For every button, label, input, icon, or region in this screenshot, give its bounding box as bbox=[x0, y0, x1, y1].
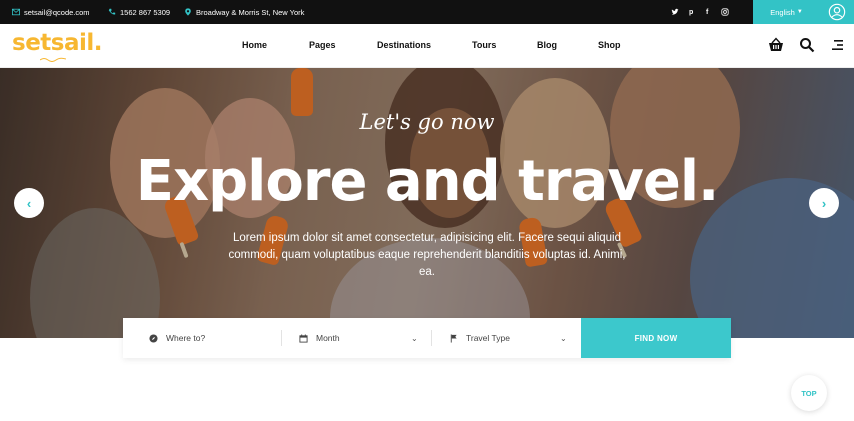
slider-prev-button[interactable]: ‹ bbox=[14, 188, 44, 218]
search-icon[interactable] bbox=[799, 37, 815, 53]
chevron-right-icon: › bbox=[821, 195, 827, 211]
nav-tours[interactable]: Tours bbox=[472, 40, 496, 50]
travel-type-field[interactable]: Travel Type bbox=[449, 318, 569, 358]
hero-subtext: Lorem ipsum dolor sit amet consectetur, … bbox=[228, 232, 626, 278]
phone-text: 1562 867 5309 bbox=[120, 7, 171, 17]
user-icon bbox=[828, 3, 846, 21]
back-to-top-button[interactable]: TOP bbox=[791, 375, 827, 411]
hero-script-title: Let's go now bbox=[359, 110, 495, 134]
top-info-bar: setsail@qcode.com 1562 867 5309 Broadway… bbox=[0, 0, 854, 24]
calendar-icon bbox=[299, 333, 308, 343]
logo-wave-icon bbox=[40, 57, 66, 62]
facebook-icon[interactable]: f bbox=[706, 0, 708, 24]
account-button[interactable] bbox=[820, 0, 854, 24]
nav-blog[interactable]: Blog bbox=[537, 40, 557, 50]
compass-icon bbox=[149, 333, 158, 343]
instagram-icon[interactable] bbox=[721, 0, 729, 24]
hero-headline: Explore and travel. bbox=[135, 149, 720, 214]
email-info[interactable]: setsail@qcode.com bbox=[12, 0, 90, 24]
chevron-down-icon: ▼ bbox=[796, 9, 803, 15]
chevron-left-icon: ‹ bbox=[26, 195, 32, 211]
menu-icon[interactable] bbox=[829, 37, 845, 53]
language-label: English bbox=[770, 7, 795, 17]
pinterest-icon[interactable]: p bbox=[689, 0, 693, 24]
main-header: setsail. Home Pages Destinations Tours B… bbox=[0, 24, 854, 68]
chevron-down-icon: ⌄ bbox=[560, 334, 567, 343]
twitter-icon[interactable] bbox=[671, 0, 679, 24]
field-divider bbox=[431, 330, 432, 346]
nav-destinations[interactable]: Destinations bbox=[377, 40, 431, 50]
find-now-button[interactable]: FIND NOW bbox=[581, 318, 731, 358]
tour-search-form: Where to? Month ⌄ Travel Type ⌄ FIND NOW bbox=[123, 318, 731, 358]
travel-type-placeholder: Travel Type bbox=[466, 333, 510, 343]
map-pin-icon bbox=[185, 8, 191, 16]
field-divider bbox=[281, 330, 282, 346]
address-text: Broadway & Morris St, New York bbox=[196, 7, 305, 17]
slider-next-button[interactable]: › bbox=[809, 188, 839, 218]
envelope-icon bbox=[12, 8, 20, 16]
month-field[interactable]: Month bbox=[299, 318, 419, 358]
email-text: setsail@qcode.com bbox=[24, 7, 90, 17]
phone-info[interactable]: 1562 867 5309 bbox=[108, 0, 170, 24]
destination-placeholder: Where to? bbox=[166, 333, 206, 343]
destination-field[interactable]: Where to? bbox=[149, 318, 279, 358]
nav-shop[interactable]: Shop bbox=[598, 40, 621, 50]
site-logo[interactable]: setsail. bbox=[12, 30, 103, 56]
nav-home[interactable]: Home bbox=[242, 40, 267, 50]
phone-icon bbox=[108, 8, 116, 15]
address-info[interactable]: Broadway & Morris St, New York bbox=[184, 0, 304, 24]
flag-icon bbox=[450, 333, 457, 343]
hero-slider: Let's go now Explore and travel. Lorem i… bbox=[0, 68, 854, 338]
chevron-down-icon: ⌄ bbox=[411, 334, 418, 343]
basket-icon[interactable] bbox=[768, 37, 784, 53]
language-selector[interactable]: English ▼ bbox=[753, 0, 820, 24]
back-to-top-label: TOP bbox=[801, 388, 817, 398]
month-placeholder: Month bbox=[316, 333, 340, 343]
nav-pages[interactable]: Pages bbox=[309, 40, 336, 50]
